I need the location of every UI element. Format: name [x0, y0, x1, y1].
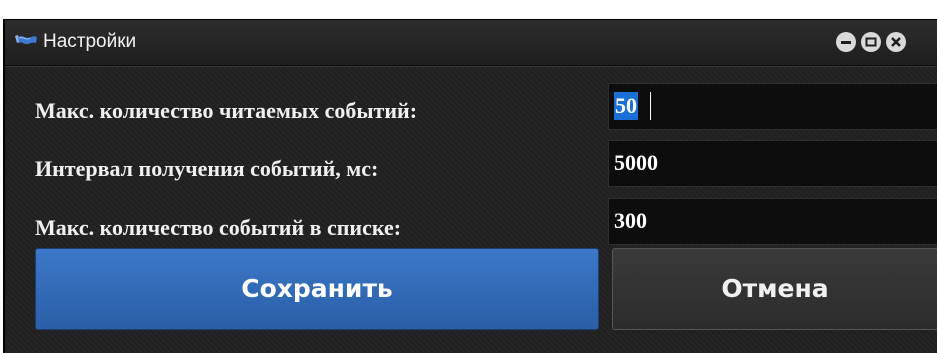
- cancel-button[interactable]: Отмена: [612, 248, 937, 330]
- max-list-events-field[interactable]: 300: [608, 198, 937, 245]
- max-read-events-label: Макс. количество читаемых событий:: [35, 98, 418, 123]
- settings-form: Макс. количество читаемых событий: 50 Ин…: [5, 66, 937, 353]
- max-list-events-value: 300: [614, 208, 647, 233]
- settings-window: Настройки Макс. количество читаемых собы…: [3, 19, 937, 353]
- poll-interval-label: Интервал получения событий, мс:: [35, 156, 379, 181]
- text-caret: [650, 92, 651, 120]
- minimize-icon[interactable]: [836, 32, 856, 52]
- title-bar[interactable]: Настройки: [5, 20, 937, 66]
- flag-icon: [14, 34, 38, 50]
- window-title: Настройки: [43, 31, 137, 52]
- max-list-events-label: Макс. количество событий в списке:: [35, 215, 402, 240]
- poll-interval-field[interactable]: 5000: [608, 140, 937, 187]
- save-button[interactable]: Сохранить: [35, 248, 599, 330]
- poll-interval-value: 5000: [614, 150, 658, 175]
- max-read-events-value: 50: [614, 92, 638, 120]
- close-icon[interactable]: [886, 32, 906, 52]
- maximize-icon[interactable]: [861, 32, 881, 52]
- max-read-events-field[interactable]: 50: [608, 83, 937, 130]
